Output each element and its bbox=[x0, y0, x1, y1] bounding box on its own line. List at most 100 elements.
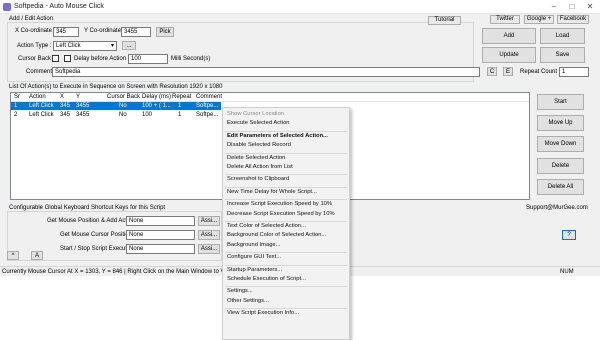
menu-item[interactable]: View Script Execution Info... bbox=[227, 310, 299, 316]
delay-input[interactable]: 100 bbox=[128, 54, 168, 64]
delay-unit-label: Milli Second(s) bbox=[171, 56, 211, 62]
menu-item[interactable]: Schedule Execution of Script... bbox=[227, 276, 306, 282]
col-delay[interactable]: Delay (ms) bbox=[142, 94, 171, 100]
delete-all-button[interactable]: Delete All bbox=[537, 179, 584, 195]
action-options-button[interactable]: ... bbox=[122, 41, 136, 50]
a-button[interactable]: A bbox=[31, 251, 43, 260]
repeat-count-label: Repeat Count : bbox=[520, 69, 561, 75]
cursor-back-checkbox[interactable] bbox=[52, 55, 59, 62]
col-comment[interactable]: Comment bbox=[196, 94, 222, 100]
move-up-button[interactable]: Move Up bbox=[537, 115, 584, 131]
y-coordinate-label: Y Co-ordinate : bbox=[84, 28, 125, 34]
google-button[interactable]: Google + bbox=[524, 15, 554, 24]
assign-button[interactable]: Assi... bbox=[198, 244, 220, 254]
maximize-icon[interactable]: □ bbox=[566, 2, 578, 12]
menu-item[interactable]: Text Color of Selected Action... bbox=[227, 223, 306, 229]
menu-item[interactable]: Increase Script Execution Speed by 10% bbox=[227, 201, 332, 207]
menu-item[interactable]: Show Cursor Location bbox=[227, 111, 284, 117]
assign-button[interactable]: Assi... bbox=[198, 230, 220, 240]
shortcut-input[interactable]: None bbox=[126, 216, 195, 226]
comment-label: Comment : bbox=[26, 69, 56, 75]
start-button[interactable]: Start bbox=[537, 94, 584, 110]
col-action[interactable]: Action bbox=[29, 94, 46, 100]
caret-button[interactable]: ^ bbox=[7, 251, 19, 260]
menu-item[interactable]: Configure GUI Text... bbox=[227, 254, 281, 260]
menu-item[interactable]: Startup Parameters... bbox=[227, 267, 282, 273]
close-icon[interactable]: ✕ bbox=[584, 2, 596, 12]
chevron-down-icon: ▾ bbox=[110, 43, 114, 49]
col-cursor-back[interactable]: Cursor Back bbox=[107, 94, 140, 100]
twitter-button[interactable]: Twitter bbox=[490, 15, 520, 24]
menu-item[interactable]: Disable Selected Record bbox=[227, 142, 291, 148]
cell-y: 3455 bbox=[76, 103, 90, 109]
table-row[interactable]: 1 Left Click 345 3455 No 100 + ( 1... 1 … bbox=[11, 102, 221, 110]
move-down-button[interactable]: Move Down bbox=[537, 136, 584, 152]
menu-separator bbox=[225, 130, 347, 132]
col-y[interactable]: Y bbox=[76, 94, 80, 100]
action-type-value: Left Click bbox=[56, 43, 81, 49]
load-button[interactable]: Load bbox=[540, 28, 585, 44]
menu-separator bbox=[225, 264, 347, 266]
x-coordinate-input[interactable]: 345 bbox=[53, 27, 79, 37]
y-coordinate-input[interactable]: 3455 bbox=[121, 27, 151, 37]
cell-action: Left Click bbox=[29, 112, 54, 118]
cursor-back-label: Cursor Back : bbox=[18, 56, 55, 62]
delay-checkbox[interactable] bbox=[64, 55, 71, 62]
menu-item[interactable]: Delete All Action from List bbox=[227, 164, 293, 170]
menu-item[interactable]: Other Settings... bbox=[227, 298, 269, 304]
col-sr[interactable]: Sr bbox=[14, 94, 20, 100]
action-type-select[interactable]: Left Click ▾ bbox=[53, 41, 117, 51]
delete-button[interactable]: Delete bbox=[537, 158, 584, 174]
menu-item[interactable]: Edit Parameters of Selected Action... bbox=[227, 133, 328, 139]
menu-item[interactable]: Settings... bbox=[227, 288, 253, 294]
menu-item[interactable]: New Time Delay for Whole Script... bbox=[227, 189, 317, 195]
menu-item[interactable]: Decrease Script Execution Speed by 10% bbox=[227, 211, 335, 217]
list-header: Sr Action X Y Cursor Back Delay (ms) Rep… bbox=[11, 93, 529, 102]
cell-delay: 100 bbox=[142, 112, 153, 118]
context-menu: Show Cursor Location Execute Selected Act… bbox=[222, 107, 350, 340]
status-text: Currently Mouse Cursor At X = 1303, Y = … bbox=[2, 269, 231, 275]
repeat-count-input[interactable]: 1 bbox=[559, 67, 589, 77]
menu-separator bbox=[225, 199, 347, 201]
tutorial-button[interactable]: Tutorial bbox=[428, 16, 461, 25]
save-button[interactable]: Save bbox=[540, 47, 585, 63]
cell-cursor-back: No bbox=[119, 103, 127, 109]
window-title: Softpedia - Auto Mouse Click bbox=[14, 3, 104, 10]
minimize-icon[interactable]: – bbox=[548, 2, 560, 12]
menu-item[interactable]: Screenshot to Clipboard bbox=[227, 176, 289, 182]
shortcut-input[interactable]: None bbox=[126, 230, 195, 240]
num-lock-indicator: NUM bbox=[560, 269, 574, 275]
comment-e-button[interactable]: E bbox=[503, 67, 513, 76]
menu-item[interactable]: Background Image... bbox=[227, 242, 281, 248]
update-button[interactable]: Update bbox=[482, 47, 536, 63]
cell-x: 345 bbox=[60, 112, 71, 118]
table-row[interactable]: 2 Left Click 345 3455 No 100 1 Softpe... bbox=[11, 111, 221, 119]
menu-separator bbox=[225, 308, 347, 310]
cell-sr: 2 bbox=[14, 112, 18, 118]
cell-repeat: 1 bbox=[178, 112, 182, 118]
assign-button[interactable]: Assi... bbox=[198, 216, 220, 226]
col-x[interactable]: X bbox=[60, 94, 64, 100]
support-email[interactable]: Support@MurGee.com bbox=[526, 205, 588, 211]
menu-separator bbox=[225, 186, 347, 188]
menu-item[interactable]: Execute Selected Action bbox=[227, 120, 290, 126]
shortcut-input[interactable]: None bbox=[126, 244, 195, 254]
cell-delay: 100 + ( 1... bbox=[142, 103, 171, 109]
cell-action: Left Click bbox=[29, 103, 54, 109]
menu-item[interactable]: Background Color of Selected Action... bbox=[227, 232, 326, 238]
pick-button[interactable]: Pick bbox=[156, 27, 174, 37]
menu-item[interactable]: Delete Selected Action bbox=[227, 155, 285, 161]
comment-c-button[interactable]: C bbox=[487, 67, 497, 76]
cell-repeat: 1 bbox=[178, 103, 182, 109]
menu-separator bbox=[225, 221, 347, 222]
cell-cursor-back: No bbox=[119, 112, 127, 118]
delay-label: Delay before Action : bbox=[74, 56, 130, 62]
add-button[interactable]: Add bbox=[482, 28, 536, 44]
help-button[interactable]: ? bbox=[562, 230, 576, 240]
cell-comment: Softpe... bbox=[196, 103, 219, 109]
facebook-button[interactable]: Facebook bbox=[557, 15, 589, 24]
cell-comment: Softpe... bbox=[196, 112, 219, 118]
col-repeat[interactable]: Repeat bbox=[172, 94, 191, 100]
comment-input[interactable]: Softpedia bbox=[52, 67, 480, 77]
title-bar: Softpedia - Auto Mouse Click – □ ✕ bbox=[0, 0, 600, 14]
